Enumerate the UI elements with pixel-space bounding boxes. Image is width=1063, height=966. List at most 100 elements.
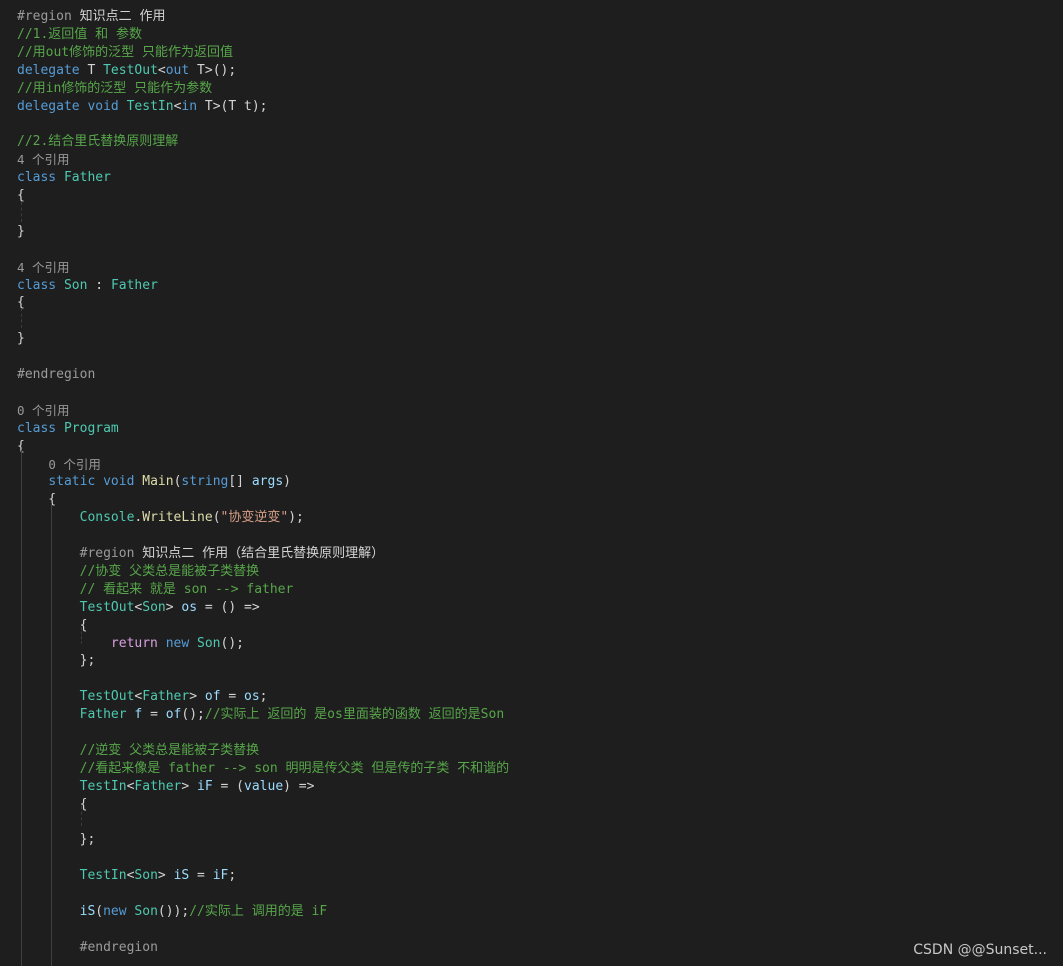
code-token: Son [134,868,158,884]
indent-guide [51,503,52,966]
code-line: iS(new Son());//实际上 调用的是 iF [17,903,328,921]
code-line: #region 知识点二 作用 [17,8,165,26]
code-token: TestIn [79,868,127,884]
code-line: TestOut<Son> os = () => [17,599,260,617]
code-token: TestIn [79,778,127,794]
code-token: in [181,98,198,114]
code-token: = () => [197,599,260,615]
code-token: = [142,707,166,723]
codelens-reference-count[interactable]: 4 个引用 [17,260,70,275]
code-token: "协变逆变" [220,510,289,526]
code-token: Father [134,778,182,794]
code-token: iF [212,868,229,884]
code-token: iS [173,868,190,884]
code-token: T>(); [189,62,237,78]
csdn-watermark: CSDN @@Sunset... [913,942,1047,958]
code-token: Son [142,599,166,615]
code-token: Console [79,510,135,526]
code-token: new [103,904,127,919]
code-token: iF [197,778,213,794]
code-line: class Program [17,420,119,438]
code-token: value [244,778,284,794]
codelens-reference-count[interactable]: 0 个引用 [17,403,70,418]
code-token: > [181,778,198,794]
code-token: #endregion [79,939,158,955]
code-line: TestOut<Father> of = os; [17,688,268,706]
code-token: < [157,62,166,78]
indent-guide [81,627,82,644]
code-line: } [17,330,25,348]
code-token: }; [17,832,96,848]
code-token: Father [142,689,190,705]
code-line: TestIn<Father> iF = (value) => [17,778,315,796]
code-line: //2.结合里氏替换原则理解 [17,133,178,151]
code-token: //协变 父类总是能被子类替换 [79,563,260,579]
code-token: Father [79,707,127,723]
code-token: T>(T t); [197,98,268,114]
code-token: Program [63,420,119,436]
code-token: > [157,868,174,884]
code-token: > [165,599,182,615]
code-token: Son [63,277,88,293]
code-line: TestIn<Son> iS = iF; [17,867,237,885]
code-token: : [87,277,111,293]
code-token: out [165,62,190,78]
code-token: Main [142,474,174,490]
code-token: #region [79,546,143,561]
indent-guide [21,308,22,328]
code-line: //协变 父类总是能被子类替换 [17,563,259,581]
code-token: args [251,474,284,490]
code-token: TestOut [79,689,135,705]
code-token: of [165,707,182,723]
code-token: delegate [17,98,80,114]
code-line: class Father [17,169,111,187]
indent-guide [81,806,82,826]
code-line: { [17,796,88,814]
code-line: Father f = of();//实际上 返回的 是os里面装的函数 返回的是… [17,706,505,724]
code-token: return [110,635,158,651]
code-token: Father [110,277,158,293]
code-token: string [181,474,229,490]
code-token: Son [134,904,158,919]
codelens-reference-count[interactable]: 0 个引用 [48,457,101,472]
code-token: Son [197,635,221,651]
code-line: 4 个引用 [17,151,70,169]
code-token: ()); [157,904,190,919]
code-editor[interactable]: #region 知识点二 作用//1.返回值 和 参数//用out修饰的泛型 只… [0,0,1063,966]
code-line: //用out修饰的泛型 只能作为返回值 [17,44,233,62]
code-line: delegate T TestOut<out T>(); [17,62,236,80]
code-line: #region 知识点二 作用（结合里氏替换原则理解） [17,545,384,563]
code-line: delegate void TestIn<in T>(T t); [17,98,268,116]
code-line: class Son : Father [17,277,158,295]
code-token: ); [288,510,304,526]
code-token: //用out修饰的泛型 只能作为返回值 [17,44,233,60]
code-line: Console.WriteLine("协变逆变"); [17,509,304,527]
code-token: //用in修饰的泛型 只能作为参数 [17,80,213,96]
code-token: }; [17,653,96,669]
code-token: new [165,635,190,651]
code-line: // 看起来 就是 son --> father [17,581,294,599]
codelens-reference-count[interactable]: 4 个引用 [17,152,70,167]
code-token: TestOut [103,62,158,78]
code-token: 知识点二 作用（结合里氏替换原则理解） [142,546,385,561]
code-token: ; [259,689,268,705]
code-token: T [79,62,104,78]
code-token: of [204,689,221,705]
code-line: //用in修饰的泛型 只能作为参数 [17,80,212,98]
code-token: //逆变 父类总是能被子类替换 [79,742,260,758]
